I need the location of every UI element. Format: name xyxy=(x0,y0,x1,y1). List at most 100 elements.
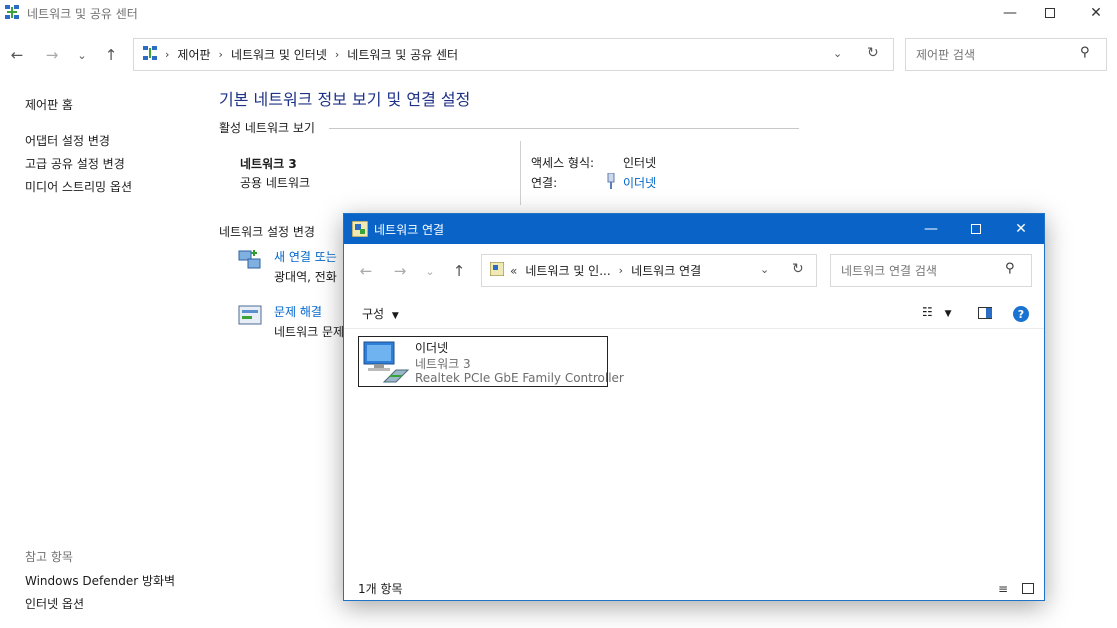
chevron-down-icon: ⌄ xyxy=(77,48,87,62)
sidebar-link-media-streaming[interactable]: 미디어 스트리밍 옵션 xyxy=(25,178,132,195)
search-input[interactable]: 제어판 검색 ⚲ xyxy=(905,38,1107,71)
large-icons-view-button[interactable] xyxy=(1022,583,1034,594)
preview-pane-icon xyxy=(986,308,992,318)
minimize-icon: — xyxy=(924,221,938,237)
see-also-internet-options-link[interactable]: 인터넷 옵션 xyxy=(25,595,84,612)
dialog-maximize-button[interactable] xyxy=(953,214,999,244)
new-connection-description: 광대역, 전화 xyxy=(274,270,337,284)
title-bar: 네트워크 및 공유 센터 — ✕ xyxy=(0,0,1117,26)
organize-button[interactable]: 구성 ▼ xyxy=(362,305,399,322)
status-bar-item-count: 1개 항목 xyxy=(358,582,403,596)
access-type-label: 액세스 형식: xyxy=(531,156,595,170)
chevron-right-icon: › xyxy=(618,264,624,277)
connections-label: 연결: xyxy=(531,176,558,190)
dialog-forward-button[interactable]: → xyxy=(385,254,415,288)
close-button[interactable]: ✕ xyxy=(1073,0,1117,26)
control-panel-icon xyxy=(143,46,157,63)
dialog-close-button[interactable]: ✕ xyxy=(998,214,1044,244)
adapter-description: Realtek PCIe GbE Family Controller xyxy=(415,371,624,385)
see-also-firewall-link[interactable]: Windows Defender 방화벽 xyxy=(25,572,175,589)
view-options-button[interactable]: ☷ ▼ xyxy=(922,305,952,319)
breadcrumb-network-connections[interactable]: 네트워크 연결 xyxy=(631,262,701,279)
chevron-right-icon: › xyxy=(218,48,223,61)
network-connections-window: 네트워크 연결 — ✕ ← → ⌄ ↑ « 네트워크 및 인... › 네트워크… xyxy=(343,213,1045,601)
search-icon[interactable]: ⚲ xyxy=(1005,261,1015,276)
network-connections-icon xyxy=(489,261,505,279)
breadcrumb-overflow-icon[interactable]: « xyxy=(510,264,517,278)
caret-down-icon: ▼ xyxy=(391,311,399,321)
chevron-right-icon: › xyxy=(334,48,340,61)
address-dropdown-icon[interactable]: ⌄ xyxy=(833,47,842,60)
network-center-icon xyxy=(5,5,19,20)
forward-button[interactable]: → xyxy=(37,38,67,72)
adapter-name: 이더넷 xyxy=(415,341,449,355)
ethernet-adapter-item[interactable]: 이더넷 네트워크 3 Realtek PCIe GbE Family Contr… xyxy=(358,336,624,387)
troubleshoot-link[interactable]: 문제 해결 xyxy=(274,303,322,320)
minimize-icon: — xyxy=(1003,5,1017,21)
dialog-search-input[interactable]: 네트워크 연결 검색 ⚲ xyxy=(830,254,1032,287)
help-button[interactable]: ? xyxy=(1013,306,1029,322)
back-button[interactable]: ← xyxy=(2,38,32,72)
dialog-navigation-bar: ← → ⌄ ↑ « 네트워크 및 인... › 네트워크 연결 ⌄ ↻ 네트워크… xyxy=(344,254,1044,288)
dialog-title-bar: 네트워크 연결 — ✕ xyxy=(344,214,1044,244)
close-icon: ✕ xyxy=(1090,5,1102,21)
maximize-icon xyxy=(1045,8,1055,18)
maximize-button[interactable] xyxy=(1027,0,1073,26)
network-connections-icon xyxy=(351,220,369,240)
vertical-divider xyxy=(520,141,521,205)
command-bar: 구성 ▼ ☷ ▼ ? xyxy=(344,299,1044,329)
dialog-back-button[interactable]: ← xyxy=(351,254,381,288)
sidebar-home-link[interactable]: 제어판 홈 xyxy=(25,96,73,113)
organize-label: 구성 xyxy=(362,307,385,321)
adapter-network: 네트워크 3 xyxy=(415,357,471,371)
network-name: 네트워크 3 xyxy=(240,157,297,171)
search-placeholder: 제어판 검색 xyxy=(916,48,976,62)
network-type: 공용 네트워크 xyxy=(240,176,311,190)
refresh-icon[interactable]: ↻ xyxy=(792,261,804,277)
ethernet-connection-icon xyxy=(606,172,616,192)
dialog-title: 네트워크 연결 xyxy=(374,223,445,237)
maximize-icon xyxy=(971,224,981,234)
dialog-address-bar[interactable]: « 네트워크 및 인... › 네트워크 연결 ⌄ ↻ xyxy=(481,254,817,287)
breadcrumb-network-internet[interactable]: 네트워크 및 인터넷 xyxy=(231,46,327,63)
arrow-left-icon: ← xyxy=(359,262,373,280)
dialog-search-placeholder: 네트워크 연결 검색 xyxy=(841,264,937,278)
new-connection-icon xyxy=(238,249,262,274)
arrow-up-icon: ↑ xyxy=(104,46,118,64)
access-type-value: 인터넷 xyxy=(623,156,657,170)
section-divider xyxy=(329,128,799,129)
page-title: 기본 네트워크 정보 보기 및 연결 설정 xyxy=(219,90,471,109)
recent-locations-button[interactable]: ⌄ xyxy=(67,38,97,72)
window-title: 네트워크 및 공유 센터 xyxy=(27,7,138,21)
search-icon[interactable]: ⚲ xyxy=(1080,45,1090,60)
arrow-right-icon: → xyxy=(393,262,407,280)
dialog-up-button[interactable]: ↑ xyxy=(444,254,474,288)
troubleshoot-description: 네트워크 문제 xyxy=(274,325,345,339)
close-icon: ✕ xyxy=(1015,221,1027,237)
up-button[interactable]: ↑ xyxy=(96,38,126,72)
breadcrumb-network-internet[interactable]: 네트워크 및 인... xyxy=(525,262,610,279)
sidebar-link-adapter-settings[interactable]: 어댑터 설정 변경 xyxy=(25,132,110,149)
ethernet-adapter-icon xyxy=(362,340,412,387)
dialog-recent-button[interactable]: ⌄ xyxy=(415,254,445,288)
sidebar-link-advanced-sharing[interactable]: 고급 공유 설정 변경 xyxy=(25,155,125,172)
details-view-icon: ≡ xyxy=(998,582,1009,596)
chevron-down-icon: ⌄ xyxy=(425,264,435,278)
details-view-button[interactable]: ≡ xyxy=(998,582,1008,596)
view-list-icon: ☷ xyxy=(922,305,933,319)
address-bar[interactable]: › 제어판 › 네트워크 및 인터넷 › 네트워크 및 공유 센터 ⌄ ↻ xyxy=(133,38,894,71)
help-icon: ? xyxy=(1017,307,1025,321)
breadcrumb-control-panel[interactable]: 제어판 xyxy=(177,46,210,63)
arrow-right-icon: → xyxy=(45,46,59,64)
refresh-icon[interactable]: ↻ xyxy=(867,45,879,61)
new-connection-link[interactable]: 새 연결 또는 xyxy=(274,248,337,265)
address-dropdown-icon[interactable]: ⌄ xyxy=(760,263,769,276)
arrow-up-icon: ↑ xyxy=(452,262,466,280)
navigation-bar: ← → ⌄ ↑ › 제어판 › 네트워크 및 인터넷 › 네트워크 및 공유 센… xyxy=(0,38,1117,72)
ethernet-connection-link[interactable]: 이더넷 xyxy=(623,174,656,191)
preview-pane-button[interactable] xyxy=(978,307,992,319)
dialog-minimize-button[interactable]: — xyxy=(908,214,954,244)
breadcrumb-network-sharing-center[interactable]: 네트워크 및 공유 센터 xyxy=(347,46,458,63)
see-also-caption: 참고 항목 xyxy=(25,550,73,564)
troubleshoot-icon xyxy=(238,305,262,330)
